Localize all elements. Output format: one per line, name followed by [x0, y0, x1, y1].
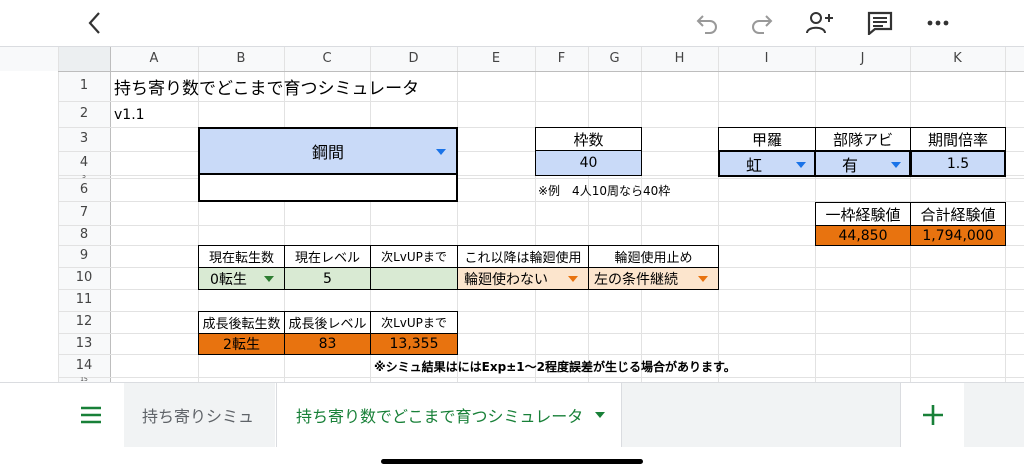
current-rebirth-label[interactable]: 現在転生数	[198, 245, 285, 268]
stop-rinne-label[interactable]: 輪廻使用止め	[588, 245, 719, 268]
top-toolbar	[0, 0, 1024, 47]
after-level-label[interactable]: 成長後レベル	[284, 311, 371, 334]
column-header-b[interactable]: B	[198, 47, 284, 71]
use-rinne-after-label[interactable]: これ以降は輪廻使用	[457, 245, 589, 268]
row-header-3[interactable]: 3	[58, 127, 110, 151]
column-header-e[interactable]: E	[457, 47, 535, 71]
dropdown-arrow-icon	[891, 162, 901, 168]
use-rinne-dropdown[interactable]: 輪廻使わない	[457, 267, 589, 290]
dropdown-arrow-icon	[568, 276, 578, 282]
sheet-tab-spacer	[622, 383, 900, 447]
plus-icon[interactable]	[900, 383, 964, 447]
slot-example-note[interactable]: ※例 4人10周なら40枠	[538, 179, 718, 201]
home-indicator	[381, 459, 643, 464]
column-header-c[interactable]: C	[284, 47, 370, 71]
dropdown-arrow-icon	[796, 162, 806, 168]
current-level-label[interactable]: 現在レベル	[284, 245, 371, 268]
after-next-lvup-value[interactable]: 13,355	[370, 333, 458, 355]
row-header-7[interactable]: 7	[58, 201, 110, 225]
current-rebirth-value: 0転生	[210, 271, 247, 288]
period-multiplier-input[interactable]: 1.5	[910, 150, 1006, 177]
total-exp-label[interactable]: 合計経験値	[910, 202, 1006, 226]
row-header-6[interactable]: 6	[58, 178, 110, 201]
hamburger-menu-icon[interactable]	[66, 383, 116, 447]
error-margin-note[interactable]: ※シミュ結果はにはExp±1〜2程度誤差が生じる場合があります。	[374, 355, 794, 377]
use-rinne-value: 輪廻使わない	[464, 271, 548, 288]
slot-count-label[interactable]: 枠数	[535, 127, 642, 151]
after-level-value[interactable]: 83	[284, 333, 371, 355]
stage-select-dropdown[interactable]: 鋼間	[198, 127, 458, 175]
exp-per-slot-label[interactable]: 一枠経験値	[815, 202, 911, 226]
exp-per-slot-value[interactable]: 44,850	[815, 225, 911, 246]
column-header-k[interactable]: K	[910, 47, 1005, 71]
row-header-9[interactable]: 9	[58, 245, 110, 267]
empty-input-cell[interactable]	[198, 173, 458, 202]
row-header-1[interactable]: 1	[58, 71, 110, 101]
chevron-left-icon[interactable]	[82, 8, 106, 38]
more-horizontal-icon[interactable]	[924, 8, 952, 38]
sheet-title-cell[interactable]: 持ち寄り数でどこまで育つシミュレータ	[114, 72, 534, 101]
period-multiplier-label[interactable]: 期間倍率	[910, 127, 1006, 151]
current-level-input[interactable]: 5	[284, 267, 371, 290]
after-next-lvup-label[interactable]: 次LvUPまで	[370, 311, 458, 334]
unit-ability-label[interactable]: 部隊アビ	[815, 127, 911, 151]
row-header-11[interactable]: 11	[58, 289, 110, 311]
shell-select-value: 虹	[746, 155, 763, 175]
sheet-tab-active[interactable]: 持ち寄り数でどこまで育つシミュレータ	[276, 383, 622, 447]
column-header-d[interactable]: D	[370, 47, 457, 71]
stage-select-value: 鋼間	[311, 143, 344, 162]
version-cell[interactable]: v1.1	[114, 102, 194, 127]
comment-icon[interactable]	[866, 8, 894, 38]
caret-down-icon	[595, 412, 605, 418]
unit-ability-value: 有	[842, 155, 859, 175]
after-rebirth-label[interactable]: 成長後転生数	[198, 311, 285, 334]
row-header-2[interactable]: 2	[58, 101, 110, 127]
undo-icon[interactable]	[693, 8, 721, 38]
select-all-corner[interactable]	[58, 47, 110, 71]
row-header-13[interactable]: 13	[58, 333, 110, 354]
sheet-tab-simu[interactable]: 持ち寄りシミュ	[124, 383, 275, 447]
total-exp-value[interactable]: 1,794,000	[910, 225, 1006, 246]
slot-count-input[interactable]: 40	[535, 150, 642, 176]
row-header-12[interactable]: 12	[58, 311, 110, 333]
dropdown-arrow-icon	[698, 276, 708, 282]
redo-icon[interactable]	[748, 8, 776, 38]
column-header-a[interactable]: A	[110, 47, 198, 71]
after-rebirth-value[interactable]: 2転生	[198, 333, 285, 355]
unit-ability-dropdown[interactable]: 有	[814, 150, 911, 177]
column-header-i[interactable]: I	[718, 47, 815, 71]
column-header-g[interactable]: G	[588, 47, 641, 71]
column-header-h[interactable]: H	[641, 47, 718, 71]
current-rebirth-dropdown[interactable]: 0転生	[198, 267, 285, 290]
shell-label[interactable]: 甲羅	[718, 127, 816, 151]
next-lvup-label[interactable]: 次LvUPまで	[370, 245, 458, 268]
add-person-icon[interactable]	[804, 8, 836, 38]
sheet-tab-right-margin	[964, 383, 1024, 447]
row-header-10[interactable]: 10	[58, 267, 110, 289]
stop-rinne-value: 左の条件継続	[594, 271, 678, 288]
dropdown-arrow-icon	[436, 149, 446, 155]
shell-select-dropdown[interactable]: 虹	[718, 150, 816, 177]
next-lvup-input[interactable]	[370, 267, 458, 290]
column-header-f[interactable]: F	[535, 47, 588, 71]
stop-rinne-dropdown[interactable]: 左の条件継続	[588, 267, 719, 290]
dropdown-arrow-icon	[264, 276, 274, 282]
row-header-4[interactable]: 4	[58, 151, 110, 175]
column-header-j[interactable]: J	[815, 47, 910, 71]
spreadsheet-grid[interactable]: A B C D E F G H I J K 1 2 3 4 5 6 7 8 9 …	[0, 47, 1024, 382]
sheet-tab-simu-label: 持ち寄りシミュ	[142, 407, 255, 426]
row-header-8[interactable]: 8	[58, 225, 110, 245]
sheet-tab-active-label: 持ち寄り数でどこまで育つシミュレータ	[296, 407, 584, 426]
row-header-14[interactable]: 14	[58, 354, 110, 377]
